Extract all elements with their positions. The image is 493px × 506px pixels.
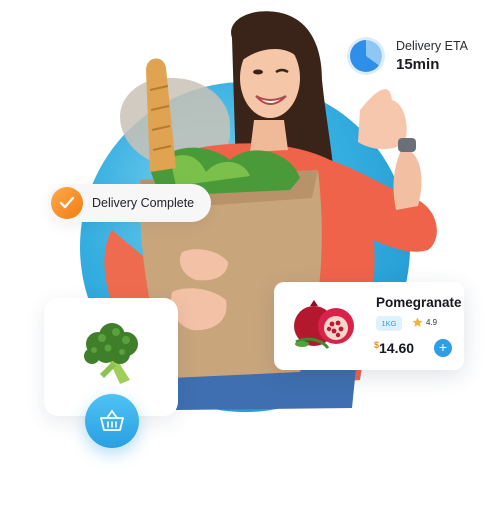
eta-value: 15min xyxy=(396,56,440,73)
delivery-complete-badge: Delivery Complete xyxy=(48,184,211,222)
pomegranate-image xyxy=(294,300,354,349)
delivery-eta-card: Delivery ETA 15min xyxy=(340,28,480,84)
delivery-status-label: Delivery Complete xyxy=(92,196,195,210)
basket-icon xyxy=(100,409,124,431)
basket-button[interactable] xyxy=(85,394,139,448)
eta-label: Delivery ETA xyxy=(396,39,469,53)
product-price: $14.60 xyxy=(374,340,414,358)
hero-stage: Delivery ETA 15min Delivery Complete Pom… xyxy=(0,0,493,506)
product-card[interactable]: Pomegranate 1KG 4.9 $14.60 + xyxy=(274,282,464,370)
star-icon xyxy=(412,317,423,327)
product-unit-badge: 1KG xyxy=(376,316,402,331)
product-rating: 4.9 xyxy=(426,318,438,327)
price-value: 14.60 xyxy=(379,340,415,356)
add-to-cart-button[interactable]: + xyxy=(434,339,452,357)
broccoli-image xyxy=(84,323,138,384)
check-circle-icon xyxy=(51,187,83,219)
product-name: Pomegranate xyxy=(376,295,462,310)
timer-pie-icon xyxy=(350,40,382,72)
